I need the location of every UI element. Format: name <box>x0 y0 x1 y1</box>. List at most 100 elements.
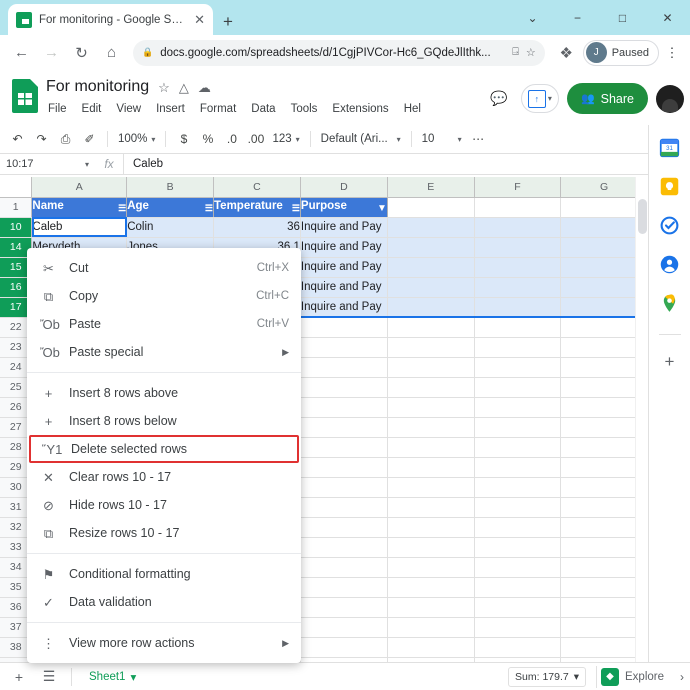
all-sheets-icon[interactable]: ☰ <box>36 665 62 689</box>
cell-f1[interactable] <box>474 197 562 218</box>
cell-D32[interactable] <box>300 517 388 538</box>
cell-c1[interactable]: Temperature ☰ <box>213 197 301 218</box>
font-size-selector[interactable]: 10 ▾ <box>418 128 466 150</box>
cell-e15[interactable] <box>387 257 475 278</box>
menu-extensions[interactable]: Extensions <box>330 102 390 116</box>
address-bar[interactable]: 🔒 docs.google.com/spreadsheets/d/1CgjPIV… <box>133 39 545 66</box>
cell-D27[interactable] <box>300 417 388 438</box>
cell-D26[interactable] <box>300 397 388 418</box>
menu-item-resize-rows-10-17[interactable]: ⧉ Resize rows 10 - 17 <box>27 519 301 547</box>
google-maps-icon[interactable] <box>659 293 680 314</box>
cell-D24[interactable] <box>300 357 388 378</box>
browser-tab[interactable]: For monitoring - Google Sheets ✕ <box>8 4 213 35</box>
increase-decimal-button[interactable]: .00 <box>244 128 267 150</box>
menu-edit[interactable]: Edit <box>80 102 104 116</box>
move-to-folder-icon[interactable]: △ <box>179 81 189 94</box>
column-header-f[interactable]: F <box>474 177 562 198</box>
column-header-e[interactable]: E <box>387 177 475 198</box>
menu-item-view-more-row-actions[interactable]: ⋮ View more row actions ▶ <box>27 629 301 657</box>
cell-E27[interactable] <box>387 417 475 438</box>
add-addon-icon[interactable]: + <box>665 353 675 370</box>
decrease-decimal-button[interactable]: .0 <box>220 128 243 150</box>
cell-F29[interactable] <box>474 457 562 478</box>
cell-d10[interactable]: Inquire and Pay <box>300 217 388 238</box>
cell-D29[interactable] <box>300 457 388 478</box>
cell-D25[interactable] <box>300 377 388 398</box>
menu-view[interactable]: View <box>114 102 143 116</box>
redo-icon[interactable]: ↷ <box>30 128 53 150</box>
filter-icon[interactable]: ☰ <box>205 203 213 214</box>
cell-e17[interactable] <box>387 297 475 318</box>
menu-item-paste-special[interactable]: Ὄb Paste special ▶ <box>27 338 301 366</box>
menu-item-delete-selected-rows[interactable]: Ὕ1 Delete selected rows <box>29 435 299 463</box>
sum-status-chip[interactable]: Sum: 179.7 ▾ <box>508 666 586 687</box>
user-avatar[interactable] <box>656 84 684 113</box>
browser-menu-icon[interactable]: ⋮ <box>662 45 682 61</box>
column-header-a[interactable]: A <box>31 177 128 198</box>
paint-format-icon[interactable]: ✐ <box>78 128 101 150</box>
share-page-icon[interactable]: ⍈ <box>512 46 519 59</box>
menu-item-insert-8-rows-below[interactable]: + Insert 8 rows below <box>27 407 301 435</box>
print-icon[interactable]: ⎙ <box>54 128 77 150</box>
filter-icon[interactable]: ☰ <box>292 203 300 214</box>
cell-F37[interactable] <box>474 617 562 638</box>
cell-F27[interactable] <box>474 417 562 438</box>
menu-format[interactable]: Format <box>198 102 238 116</box>
cell-D33[interactable] <box>300 537 388 558</box>
cell-F34[interactable] <box>474 557 562 578</box>
cell-f17[interactable] <box>474 297 562 318</box>
google-keep-icon[interactable] <box>659 176 680 197</box>
cell-E29[interactable] <box>387 457 475 478</box>
menu-help[interactable]: Hel <box>402 102 423 116</box>
column-header-d[interactable]: D <box>300 177 388 198</box>
cell-D37[interactable] <box>300 617 388 638</box>
cell-d17[interactable]: Inquire and Pay <box>300 297 388 318</box>
tab-search-icon[interactable]: ⌄ <box>510 0 555 35</box>
menu-file[interactable]: File <box>46 102 69 116</box>
cell-F32[interactable] <box>474 517 562 538</box>
cell-e1[interactable] <box>387 197 475 218</box>
expand-panel-icon[interactable]: › <box>676 670 684 684</box>
cell-E25[interactable] <box>387 377 475 398</box>
profile-chip[interactable]: J Paused <box>582 39 659 66</box>
google-contacts-icon[interactable] <box>659 254 680 275</box>
currency-format-button[interactable]: $ <box>172 128 195 150</box>
cell-f14[interactable] <box>474 237 562 258</box>
chevron-down-icon[interactable]: ▾ <box>574 671 579 683</box>
sheet-tab-sheet1[interactable]: Sheet1 ▾ <box>81 665 144 689</box>
back-icon[interactable]: ← <box>8 39 35 66</box>
extensions-icon[interactable]: ❖ <box>553 39 580 66</box>
scrollbar-thumb[interactable] <box>638 199 647 234</box>
cell-D22[interactable] <box>300 317 388 338</box>
cell-F33[interactable] <box>474 537 562 558</box>
cell-f10[interactable] <box>474 217 562 238</box>
new-tab-button[interactable]: + <box>223 13 233 30</box>
cell-f15[interactable] <box>474 257 562 278</box>
filter-active-icon[interactable]: ▼ <box>377 203 386 214</box>
chevron-down-icon[interactable]: ▾ <box>548 94 552 103</box>
menu-tools[interactable]: Tools <box>289 102 320 116</box>
cell-d1[interactable]: Purpose ▼ <box>300 197 388 218</box>
column-header-c[interactable]: C <box>213 177 301 198</box>
more-formats-selector[interactable]: 123 ▾ <box>268 128 303 150</box>
cell-F25[interactable] <box>474 377 562 398</box>
cell-E35[interactable] <box>387 577 475 598</box>
cell-F22[interactable] <box>474 317 562 338</box>
add-sheet-icon[interactable]: + <box>6 665 32 689</box>
minimize-icon[interactable]: − <box>555 0 600 35</box>
cell-D31[interactable] <box>300 497 388 518</box>
cell-a10[interactable]: Caleb <box>31 217 128 238</box>
menu-item-conditional-formatting[interactable]: ⚑ Conditional formatting <box>27 560 301 588</box>
cell-E32[interactable] <box>387 517 475 538</box>
vertical-scrollbar[interactable] <box>635 177 648 662</box>
cell-d16[interactable]: Inquire and Pay <box>300 277 388 298</box>
cell-D23[interactable] <box>300 337 388 358</box>
comment-icon[interactable]: 💬 <box>485 85 513 113</box>
cell-D38[interactable] <box>300 637 388 658</box>
row-header-1[interactable]: 1 <box>0 197 33 218</box>
home-icon[interactable]: ⌂ <box>98 39 125 66</box>
cell-D34[interactable] <box>300 557 388 578</box>
cell-F31[interactable] <box>474 497 562 518</box>
zoom-selector[interactable]: 100% ▾ <box>114 128 159 150</box>
explore-button[interactable]: ◆ Explore <box>596 665 672 688</box>
